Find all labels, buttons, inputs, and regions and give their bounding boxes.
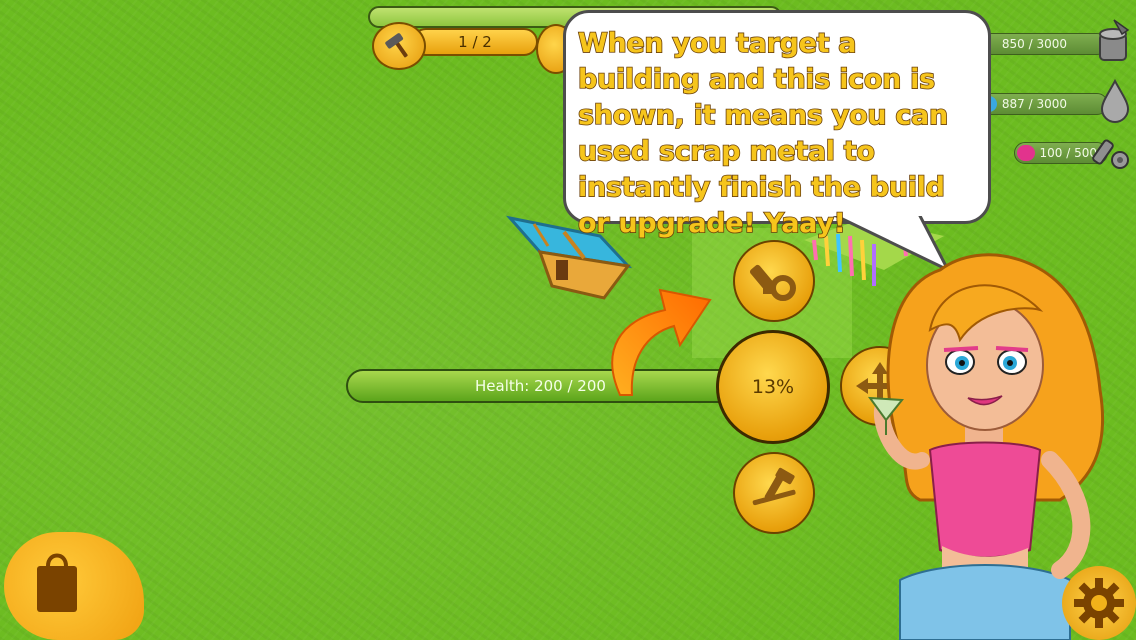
instant-finish-scrap-button[interactable] — [733, 240, 815, 322]
builder-counter-label: 1 / 2 — [458, 33, 492, 51]
hammer-icon — [385, 33, 408, 58]
gear-icon — [1074, 578, 1124, 628]
settings-button[interactable] — [1062, 566, 1136, 640]
scrap-amount: 100 / 500 — [1039, 146, 1097, 160]
shop-button[interactable] — [4, 532, 144, 640]
builder-counter: 1 / 2 — [412, 28, 538, 56]
water-drop-icon — [1100, 78, 1130, 123]
shopping-bag-icon — [37, 553, 77, 612]
hammer-icon — [752, 467, 796, 506]
builder-hammer-button[interactable] — [372, 22, 426, 70]
build-progress-button[interactable]: 13% — [716, 330, 830, 444]
log-icon — [1099, 19, 1130, 61]
wood-amount: 850 / 3000 — [1001, 37, 1067, 51]
repair-button[interactable] — [733, 452, 815, 534]
tutorial-arrow — [611, 288, 712, 396]
progress-percent: 13% — [751, 376, 795, 398]
health-label: Health: 200 / 200 — [475, 377, 606, 395]
scrap-fill — [1017, 145, 1035, 161]
scrap-metal-icon — [749, 264, 796, 301]
scrap-metal-icon — [1092, 139, 1129, 169]
water-amount: 887 / 3000 — [1001, 97, 1067, 111]
tutorial-message: When you target a building and this icon… — [577, 27, 949, 240]
